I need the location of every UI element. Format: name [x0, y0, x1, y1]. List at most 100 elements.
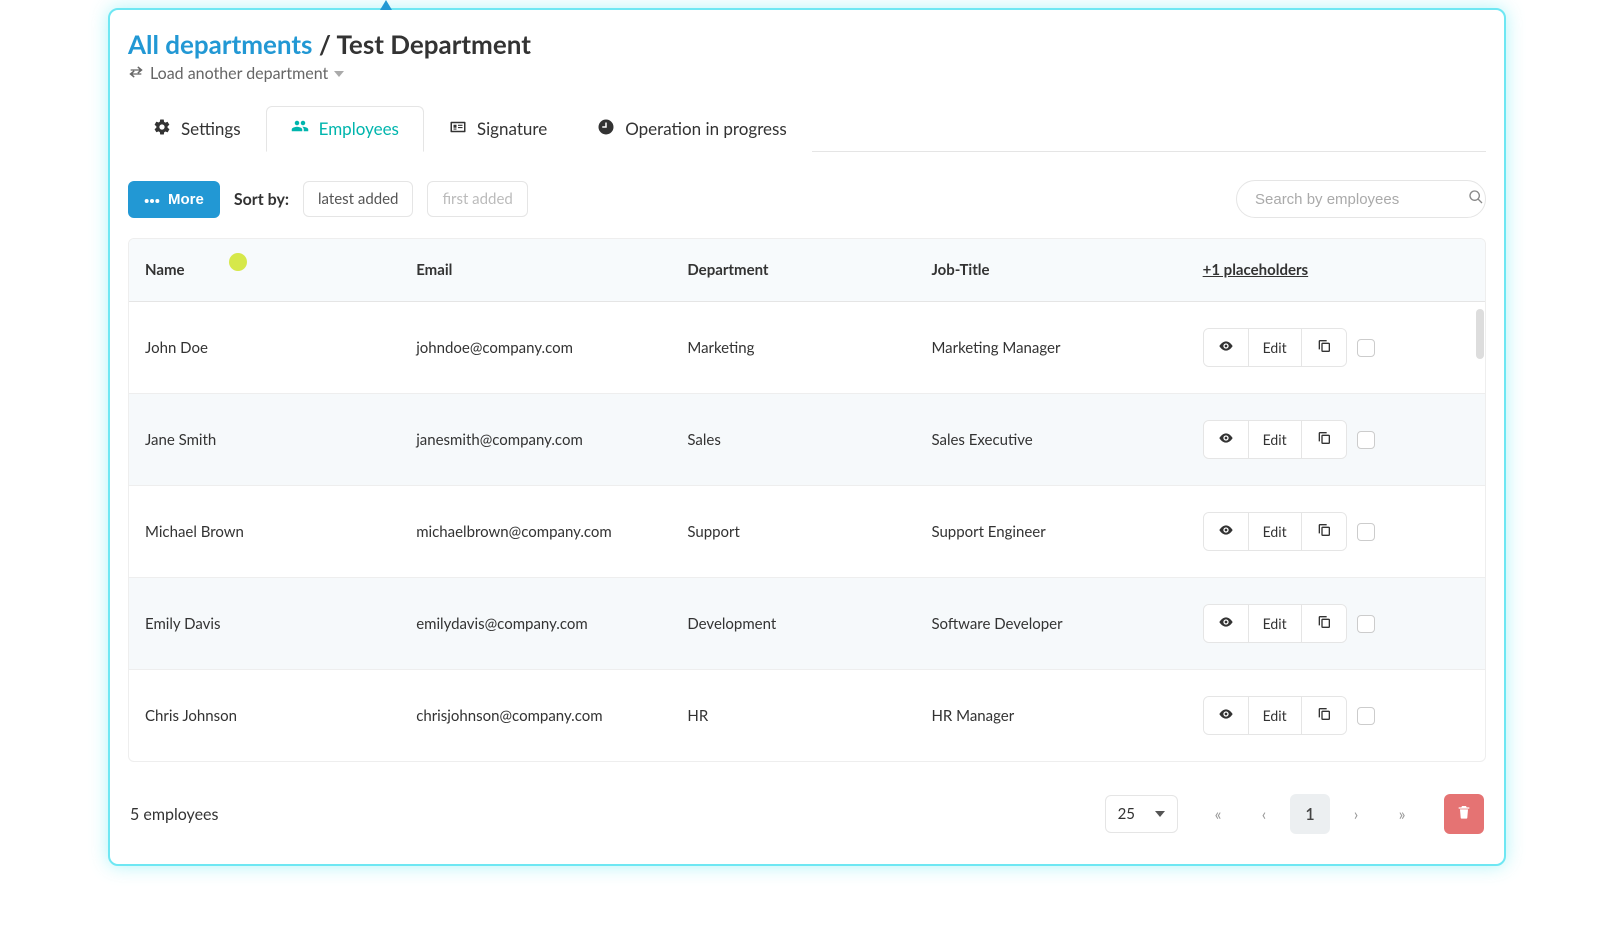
employees-icon	[291, 117, 309, 139]
edit-button[interactable]: Edit	[1248, 329, 1301, 366]
tabs: Settings Employees Signature Operation i…	[128, 105, 1486, 152]
table-footer: 5 employees 25 « ‹ 1 › »	[110, 770, 1504, 834]
cell-actions: Edit	[1187, 670, 1485, 762]
row-checkbox[interactable]	[1357, 615, 1375, 633]
eye-icon	[1218, 706, 1234, 725]
per-page-value: 25	[1118, 805, 1135, 823]
row-checkbox[interactable]	[1357, 431, 1375, 449]
cell-department: HR	[671, 670, 915, 762]
gear-icon	[153, 118, 171, 140]
search-input[interactable]	[1253, 190, 1456, 209]
swap-icon	[128, 64, 144, 83]
sort-first-added[interactable]: first added	[427, 181, 527, 217]
row-checkbox[interactable]	[1357, 523, 1375, 541]
eye-icon	[1218, 430, 1234, 449]
col-job-title[interactable]: Job-Title	[915, 239, 1186, 302]
row-checkbox[interactable]	[1357, 707, 1375, 725]
col-department[interactable]: Department	[671, 239, 915, 302]
col-email[interactable]: Email	[400, 239, 671, 302]
view-button[interactable]	[1204, 421, 1248, 458]
view-button[interactable]	[1204, 605, 1248, 642]
copy-button[interactable]	[1301, 421, 1346, 458]
employees-table: Name Email Department Job-Title +1 place…	[128, 238, 1486, 762]
page-number[interactable]: 1	[1290, 794, 1330, 834]
scrollbar-thumb[interactable]	[1476, 309, 1484, 359]
breadcrumb: All departments / Test Department	[128, 28, 1486, 60]
edit-button[interactable]: Edit	[1248, 605, 1301, 642]
copy-button[interactable]	[1301, 697, 1346, 734]
breadcrumb-root-link[interactable]: All departments	[128, 28, 312, 60]
cell-job-title: Marketing Manager	[915, 302, 1186, 394]
toolbar: More Sort by: latest added first added	[110, 152, 1504, 226]
cell-actions: Edit	[1187, 302, 1485, 394]
page-first-button[interactable]: «	[1198, 794, 1238, 834]
cell-actions: Edit	[1187, 578, 1485, 670]
table-header-row: Name Email Department Job-Title +1 place…	[129, 239, 1485, 302]
table-row: Michael Brownmichaelbrown@company.comSup…	[129, 486, 1485, 578]
per-page-select[interactable]: 25	[1105, 795, 1178, 833]
tab-employees[interactable]: Employees	[266, 106, 424, 152]
ellipsis-icon	[144, 191, 160, 208]
copy-button[interactable]	[1301, 329, 1346, 366]
table-row: Chris Johnsonchrisjohnson@company.comHRH…	[129, 670, 1485, 762]
cell-actions: Edit	[1187, 394, 1485, 486]
page-prev-button[interactable]: ‹	[1244, 794, 1284, 834]
cell-name: John Doe	[129, 302, 400, 394]
clock-icon	[597, 118, 615, 140]
caret-indicator	[380, 0, 392, 10]
edit-button[interactable]: Edit	[1248, 421, 1301, 458]
tab-signature[interactable]: Signature	[424, 106, 572, 152]
row-checkbox[interactable]	[1357, 339, 1375, 357]
edit-button[interactable]: Edit	[1248, 513, 1301, 550]
copy-icon	[1316, 338, 1332, 357]
tab-label: Employees	[319, 118, 399, 139]
page-last-button[interactable]: »	[1382, 794, 1422, 834]
more-button[interactable]: More	[128, 181, 220, 218]
search-icon	[1468, 189, 1484, 209]
table-row: John Doejohndoe@company.comMarketingMark…	[129, 302, 1485, 394]
delete-button[interactable]	[1444, 794, 1484, 834]
copy-icon	[1316, 522, 1332, 541]
eye-icon	[1218, 614, 1234, 633]
more-label: More	[168, 191, 204, 208]
cell-name: Michael Brown	[129, 486, 400, 578]
id-card-icon	[449, 118, 467, 140]
edit-button[interactable]: Edit	[1248, 697, 1301, 734]
cell-job-title: HR Manager	[915, 670, 1186, 762]
cell-name: Jane Smith	[129, 394, 400, 486]
view-button[interactable]	[1204, 329, 1248, 366]
cell-department: Marketing	[671, 302, 915, 394]
cell-name: Emily Davis	[129, 578, 400, 670]
table-row: Jane Smithjanesmith@company.comSalesSale…	[129, 394, 1485, 486]
search-box[interactable]	[1236, 180, 1486, 218]
chevron-down-icon	[334, 71, 344, 77]
tab-operation-in-progress[interactable]: Operation in progress	[572, 106, 812, 152]
trash-icon	[1456, 804, 1472, 824]
cell-email: johndoe@company.com	[400, 302, 671, 394]
page-next-button[interactable]: ›	[1336, 794, 1376, 834]
cell-email: emilydavis@company.com	[400, 578, 671, 670]
cell-job-title: Software Developer	[915, 578, 1186, 670]
cell-department: Sales	[671, 394, 915, 486]
load-another-department[interactable]: Load another department	[128, 64, 1486, 83]
copy-button[interactable]	[1301, 605, 1346, 642]
chevron-down-icon	[1155, 811, 1165, 817]
employee-count: 5 employees	[130, 805, 218, 824]
department-panel: All departments / Test Department Load a…	[108, 8, 1506, 866]
breadcrumb-current: Test Department	[336, 28, 530, 60]
load-another-label: Load another department	[150, 64, 328, 83]
copy-button[interactable]	[1301, 513, 1346, 550]
cell-actions: Edit	[1187, 486, 1485, 578]
cell-email: michaelbrown@company.com	[400, 486, 671, 578]
col-placeholders[interactable]: +1 placeholders	[1187, 239, 1485, 302]
copy-icon	[1316, 430, 1332, 449]
tab-settings[interactable]: Settings	[128, 106, 266, 152]
view-button[interactable]	[1204, 513, 1248, 550]
copy-icon	[1316, 614, 1332, 633]
tab-label: Operation in progress	[625, 118, 787, 139]
view-button[interactable]	[1204, 697, 1248, 734]
copy-icon	[1316, 706, 1332, 725]
sort-latest-added[interactable]: latest added	[303, 181, 413, 217]
col-name[interactable]: Name	[129, 239, 400, 302]
cell-email: janesmith@company.com	[400, 394, 671, 486]
